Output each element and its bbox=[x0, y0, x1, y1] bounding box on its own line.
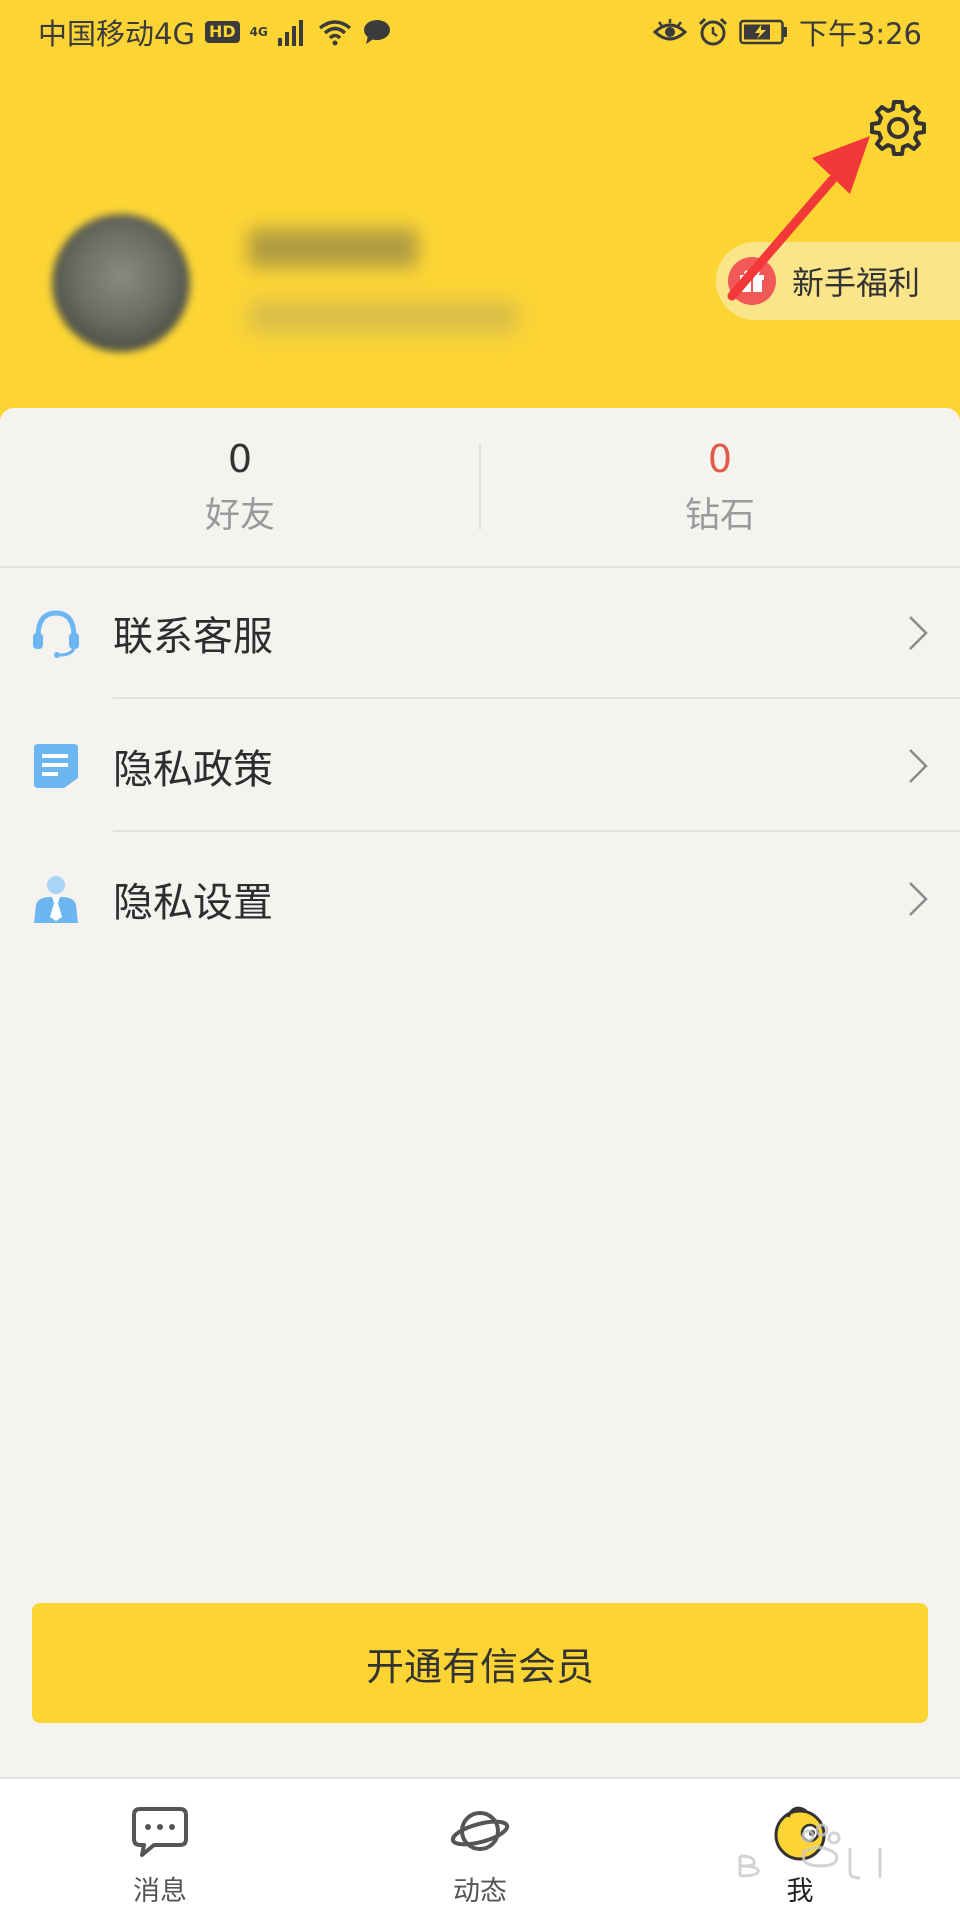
stats-divider bbox=[479, 444, 481, 530]
planet-icon bbox=[450, 1811, 510, 1851]
profile-header: 中国移动4G HD 4G 下午3:26 新手福利 bbox=[0, 0, 960, 420]
wifi-icon bbox=[318, 20, 351, 46]
carrier-label: 中国移动4G bbox=[38, 17, 195, 51]
menu-item-label: 隐私政策 bbox=[113, 746, 273, 793]
open-vip-button[interactable]: 开通有信会员 bbox=[32, 1603, 928, 1723]
menu-list: 联系客服 隐私政策 隐私设置 bbox=[0, 566, 960, 965]
diamonds-count: 0 bbox=[707, 437, 733, 481]
baidu-watermark-icon bbox=[738, 1823, 882, 1880]
chevron-right-icon bbox=[909, 748, 928, 783]
tab-label: 动态 bbox=[453, 1876, 507, 1907]
hd-badge: HD bbox=[204, 21, 240, 43]
chat-notification-icon bbox=[363, 20, 390, 44]
stats-row: 0 好友 0 钻石 bbox=[0, 408, 960, 568]
person-icon bbox=[34, 875, 78, 923]
diamonds-stat[interactable]: 0 钻石 bbox=[480, 408, 960, 566]
diamonds-label: 钻石 bbox=[684, 496, 755, 536]
tab-messages[interactable]: 消息 bbox=[0, 1779, 320, 1920]
battery-icon bbox=[739, 19, 787, 45]
menu-item-label: 联系客服 bbox=[113, 613, 273, 660]
friends-count: 0 bbox=[227, 437, 253, 481]
friends-stat[interactable]: 0 好友 bbox=[0, 408, 480, 566]
alarm-icon bbox=[698, 17, 727, 46]
avatar[interactable] bbox=[52, 214, 190, 352]
annotation-arrow bbox=[727, 136, 870, 301]
menu-item-label: 隐私设置 bbox=[113, 879, 273, 926]
headset-icon bbox=[33, 609, 79, 658]
menu-item-contact-support[interactable]: 联系客服 bbox=[0, 566, 960, 699]
content-card: 0 好友 0 钻石 联系客服 隐私政策 隐私设置 bbox=[0, 408, 960, 1778]
status-left: 中国移动4G HD 4G bbox=[38, 11, 392, 53]
friends-label: 好友 bbox=[204, 496, 275, 536]
tab-label: 消息 bbox=[133, 1876, 187, 1907]
user-id-blurred bbox=[248, 300, 518, 334]
username-blurred bbox=[248, 228, 418, 268]
signal-icon bbox=[277, 20, 303, 46]
status-bar: 中国移动4G HD 4G 下午3:26 bbox=[0, 0, 960, 64]
document-icon bbox=[34, 743, 78, 788]
menu-item-privacy-settings[interactable]: 隐私设置 bbox=[0, 832, 960, 965]
menu-item-privacy-policy[interactable]: 隐私政策 bbox=[0, 699, 960, 832]
chevron-right-icon bbox=[909, 881, 928, 916]
tab-moments[interactable]: 动态 bbox=[320, 1779, 640, 1920]
network-type-label: 4G bbox=[249, 25, 268, 39]
chat-bubble-icon bbox=[132, 1807, 188, 1857]
eye-icon bbox=[652, 19, 687, 41]
status-right: 下午3:26 bbox=[652, 11, 922, 53]
chevron-right-icon bbox=[909, 615, 928, 650]
clock-label: 下午3:26 bbox=[798, 17, 922, 51]
